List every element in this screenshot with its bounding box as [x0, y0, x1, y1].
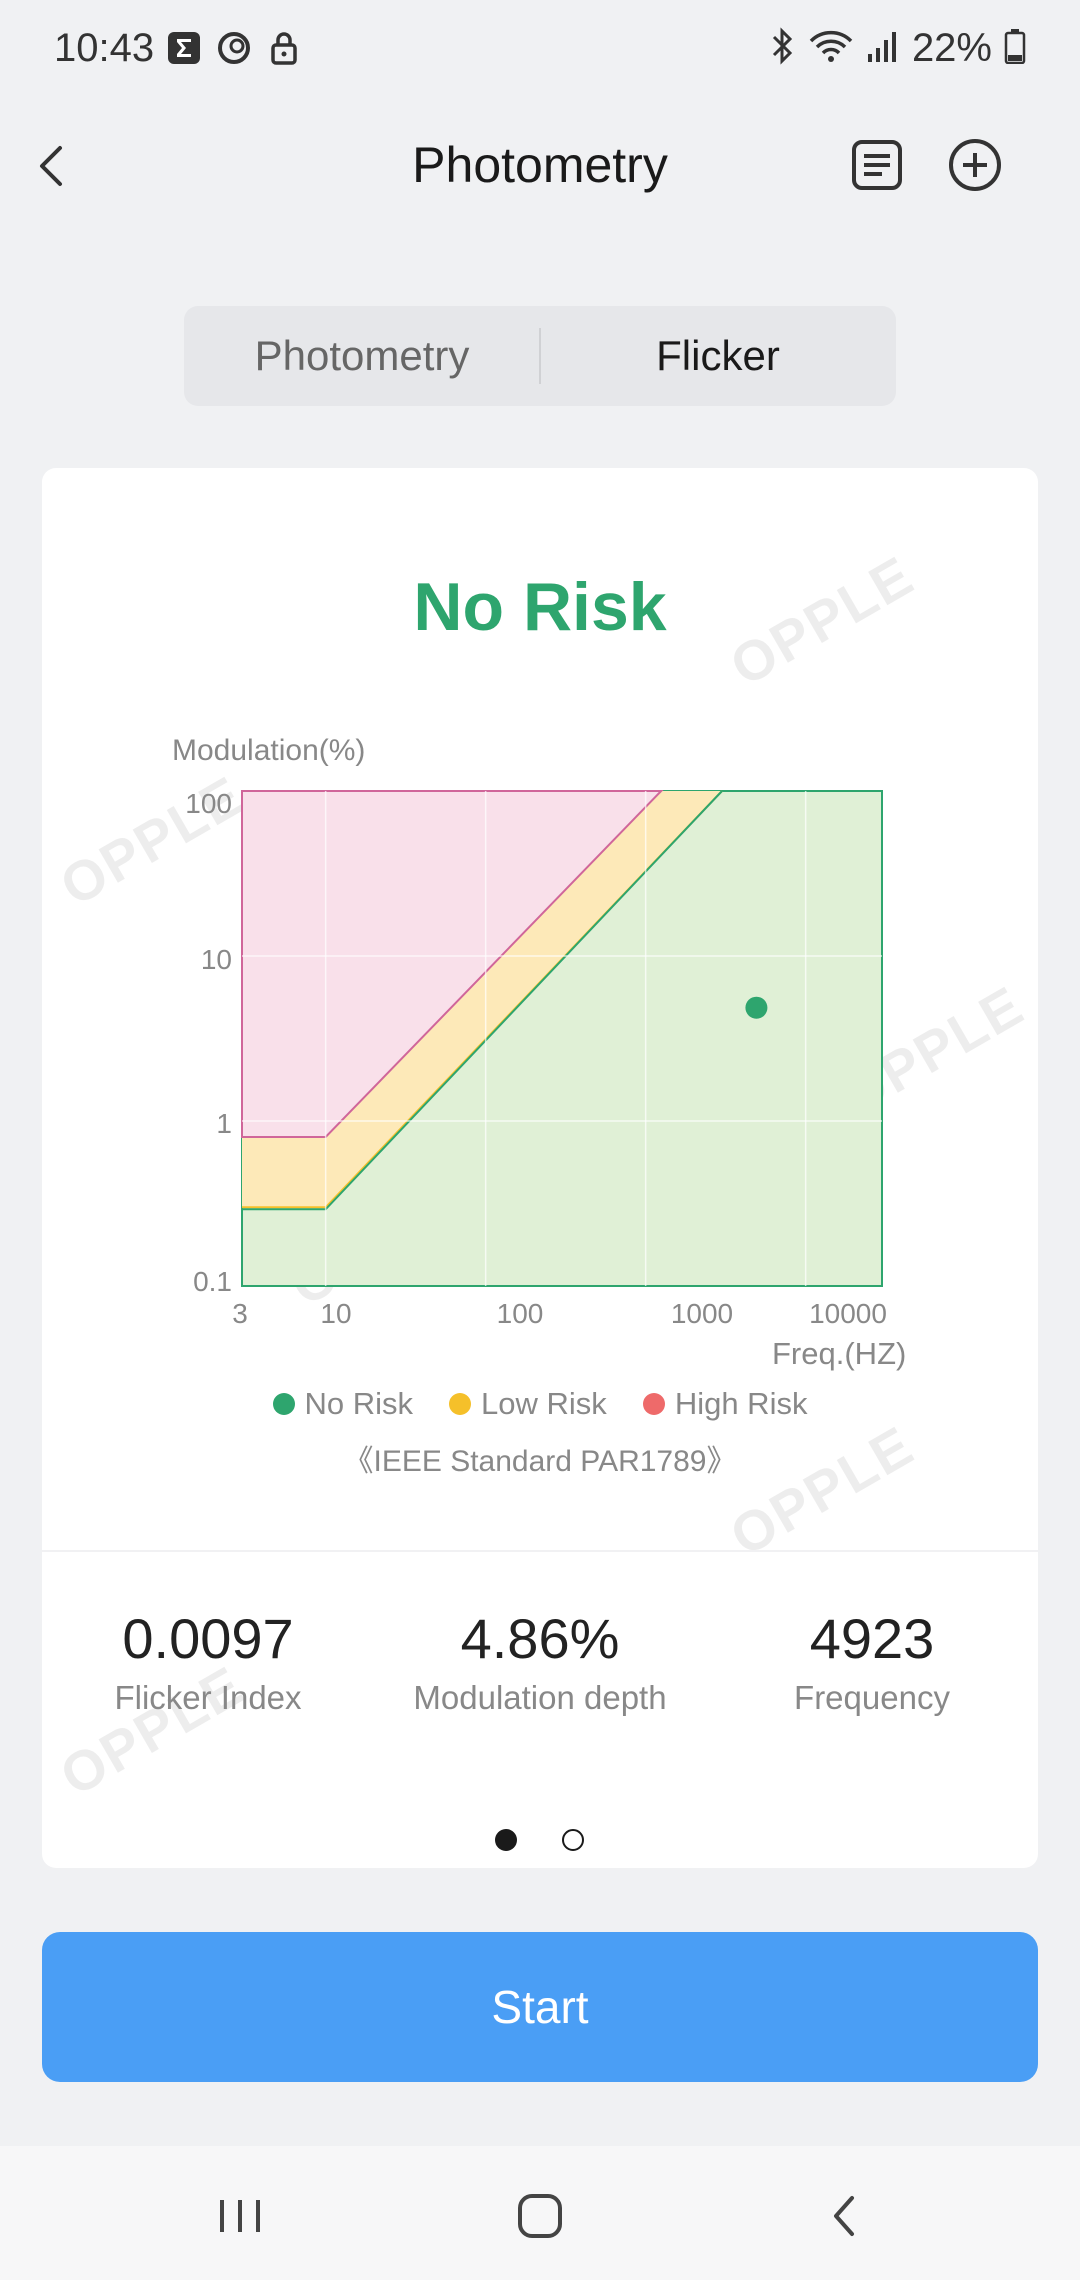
stat-label: Modulation depth: [413, 1679, 667, 1716]
stat-value: 4.86%: [460, 1607, 620, 1670]
stat-frequency: 4923 Frequency: [706, 1606, 1038, 1717]
legend-dot: [449, 1393, 472, 1415]
x-tick-label: 1000: [670, 1298, 734, 1329]
stat-modulation-depth: 4.86% Modulation depth: [374, 1606, 706, 1717]
tab-flicker[interactable]: Flicker: [540, 306, 896, 406]
add-button[interactable]: [946, 136, 1004, 194]
page-indicator: [404, 1756, 596, 1828]
chart-legend: No Risk Low Risk High Risk: [42, 1386, 1038, 1422]
stat-value: 0.0097: [122, 1607, 294, 1670]
stat-label: Flicker Index: [114, 1679, 302, 1716]
home-icon[interactable]: [510, 2186, 570, 2246]
back-nav-icon[interactable]: [816, 2186, 876, 2246]
legend-dot: [272, 1393, 295, 1415]
page-dot[interactable]: [562, 1829, 584, 1851]
legend-item-low-risk: Low Risk: [449, 1386, 607, 1422]
x-tick-label: 100: [496, 1298, 544, 1329]
status-time: 10:43: [54, 26, 155, 70]
system-nav-bar: [0, 2146, 1080, 2280]
x-tick-label: 10: [320, 1298, 352, 1329]
legend-dot: [642, 1393, 665, 1415]
y-tick-label: 1: [216, 1108, 232, 1139]
add-circle-icon: [949, 139, 1001, 191]
battery-icon: [1004, 28, 1026, 69]
legend-label: High Risk: [674, 1386, 808, 1421]
legend-label: Low Risk: [481, 1386, 607, 1421]
page-title: Photometry: [412, 137, 668, 193]
tab-photometry[interactable]: Photometry: [184, 306, 540, 406]
wifi-icon: [808, 27, 854, 70]
flicker-card[interactable]: No Risk OPPLE OPPLE OPPLE OPPLE OPPLE OP…: [42, 468, 1038, 1868]
divider: [42, 1550, 1038, 1552]
x-axis-label: Freq.(HZ): [772, 1336, 907, 1371]
x-tick-label: 10000: [809, 1298, 887, 1329]
stat-value: 4923: [809, 1607, 935, 1670]
page-dot-active[interactable]: [495, 1829, 517, 1851]
y-tick-label: 0.1: [193, 1266, 232, 1297]
records-button[interactable]: [848, 136, 906, 194]
lock-icon: [266, 30, 302, 66]
bluetooth-icon: [768, 27, 796, 70]
mode-tabs: Photometry Flicker: [184, 306, 896, 406]
sigma-icon: [166, 30, 202, 66]
legend-item-no-risk: No Risk: [272, 1386, 414, 1422]
y-tick-label: 10: [200, 944, 232, 975]
recent-apps-icon[interactable]: [210, 2186, 270, 2246]
start-button[interactable]: Start: [42, 1932, 1038, 2082]
legend-label: No Risk: [304, 1386, 414, 1421]
y-tick-label: 100: [185, 788, 232, 819]
flicker-chart: [241, 790, 883, 1287]
status-bar: 10:43 22%: [0, 0, 1080, 100]
document-icon: [852, 140, 902, 190]
legend-item-high-risk: High Risk: [642, 1386, 808, 1422]
battery-percent: 22%: [911, 26, 992, 70]
stat-flicker-index: 0.0097 Flicker Index: [42, 1606, 374, 1717]
measurement-point: [745, 996, 768, 1019]
signal-icon: [866, 28, 900, 69]
stat-label: Frequency: [794, 1679, 950, 1716]
standard-caption: 《IEEE Standard PAR1789》: [343, 1445, 737, 1478]
c-app-icon: [216, 30, 252, 66]
